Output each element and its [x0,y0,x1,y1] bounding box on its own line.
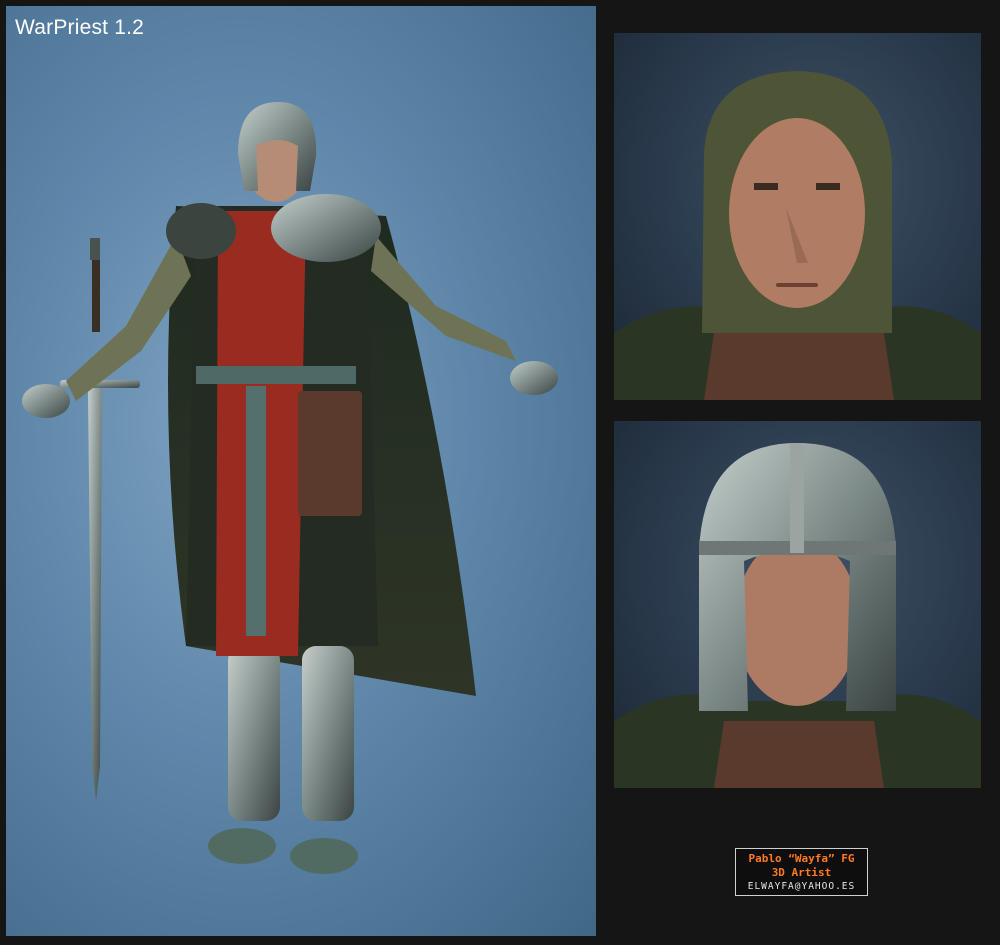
artist-role: 3D Artist [771,866,832,879]
knight-figure [22,102,558,874]
artist-credit: Pablo “Wayfa” FG 3D Artist ELWAYFA@YAHOO… [735,848,868,896]
helmet-closeup-render [614,421,981,788]
artist-name: Pablo “Wayfa” FG [748,852,855,865]
full-body-render: WarPriest 1.2 [6,6,596,936]
artist-email: ELWAYFA@YAHOO.ES [747,881,856,892]
hooded-head [614,71,981,400]
helmeted-head [614,443,981,788]
face-closeup-render [614,33,981,400]
